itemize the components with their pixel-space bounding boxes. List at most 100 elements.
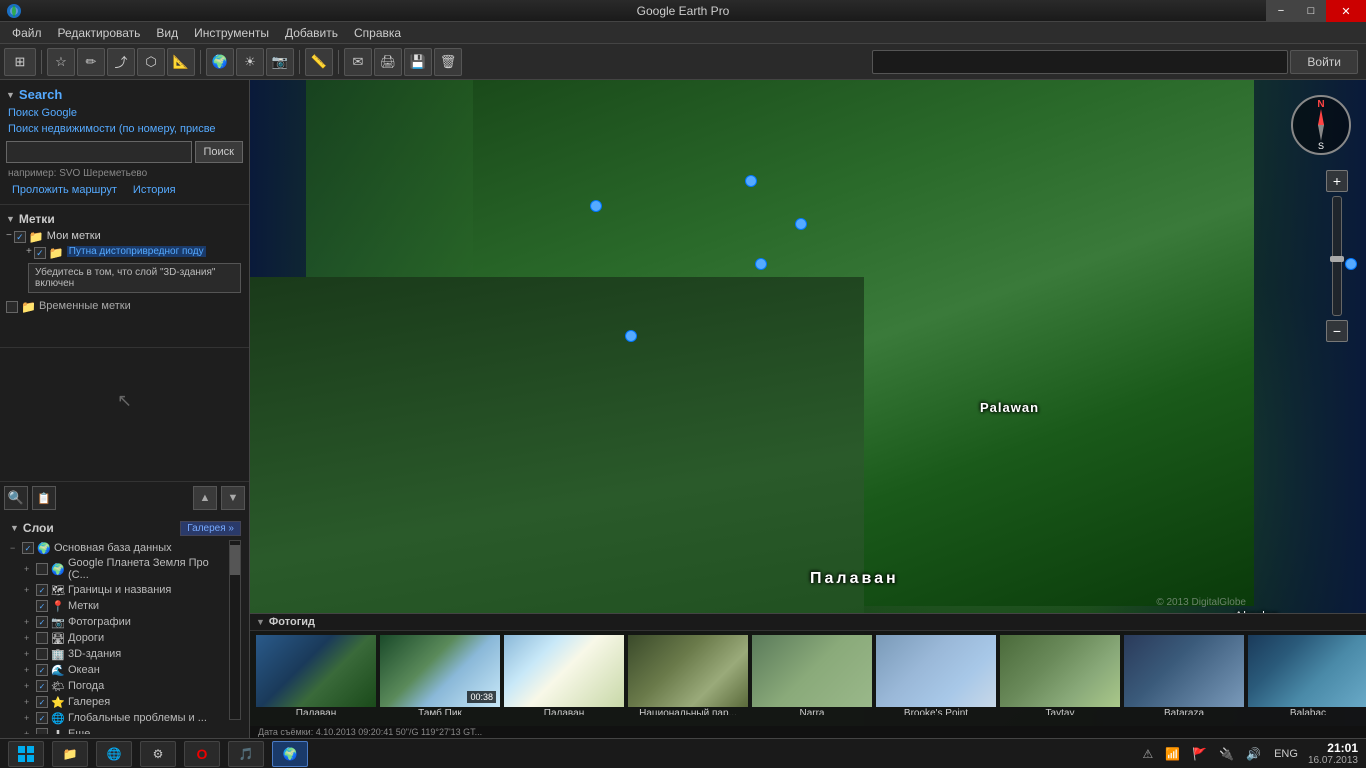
- taskbar-explorer-btn[interactable]: 📁: [52, 741, 88, 767]
- taskbar-start-btn[interactable]: [8, 741, 44, 767]
- toolbar-print-btn[interactable]: 🖨: [374, 48, 402, 76]
- toolbar-placemark-btn[interactable]: ☆: [47, 48, 75, 76]
- search-toggle-btn[interactable]: 🔍: [4, 486, 28, 510]
- photo-thumb-8[interactable]: Balabac: [1248, 635, 1366, 715]
- photo-thumb-7[interactable]: Bataraza: [1124, 635, 1244, 715]
- close-button[interactable]: ✕: [1326, 0, 1366, 22]
- gallery-button[interactable]: Галерея »: [180, 521, 241, 536]
- zoom-out-btn[interactable]: −: [1326, 320, 1348, 342]
- history-link[interactable]: История: [129, 182, 180, 198]
- layer-check-3[interactable]: ✓: [36, 600, 48, 612]
- toolbar-trash-btn[interactable]: 🗑: [434, 48, 462, 76]
- toolbar-earth-btn[interactable]: 🌍: [206, 48, 234, 76]
- property-search-link[interactable]: Поиск недвижимости (по номеру, присве: [4, 121, 245, 137]
- menu-add[interactable]: Добавить: [277, 24, 346, 42]
- layer-check-6[interactable]: [36, 648, 48, 660]
- menu-edit[interactable]: Редактировать: [50, 24, 149, 42]
- search-input[interactable]: [6, 141, 192, 163]
- menu-file[interactable]: Файл: [4, 24, 50, 42]
- taskbar-earth-active-btn[interactable]: 🌍: [272, 741, 308, 767]
- nav-up-btn[interactable]: ▲: [193, 486, 217, 510]
- toolbar-save-btn[interactable]: 💾: [404, 48, 432, 76]
- temp-places-checkbox[interactable]: [6, 301, 18, 313]
- taskbar-tools-btn[interactable]: ⚙: [140, 741, 176, 767]
- maximize-button[interactable]: □: [1296, 0, 1326, 22]
- layer-check-0[interactable]: ✓: [22, 542, 34, 554]
- photo-thumb-5[interactable]: Brooke's Point: [876, 635, 996, 715]
- taskbar-music-btn[interactable]: 🎵: [228, 741, 264, 767]
- layer-check-1[interactable]: [36, 563, 48, 575]
- photo-thumb-6[interactable]: Taytay: [1000, 635, 1120, 715]
- layer-item-6[interactable]: + 🏢 3D-здания: [8, 646, 227, 662]
- my-places-checkbox[interactable]: ✓: [14, 231, 26, 243]
- zoom-in-btn[interactable]: +: [1326, 170, 1348, 192]
- layer-item-5[interactable]: + 🛣 Дороги: [8, 630, 227, 646]
- photo-thumb-1[interactable]: 00:38 Тамб Пик: [380, 635, 500, 715]
- subitem-checkbox[interactable]: ✓: [34, 247, 46, 259]
- layers-toggle-btn[interactable]: 📋: [32, 486, 56, 510]
- tray-network-icon[interactable]: 📶: [1162, 747, 1183, 761]
- tray-usb-icon[interactable]: 🔌: [1216, 747, 1237, 761]
- map-pin-5[interactable]: [625, 330, 637, 342]
- menu-tools[interactable]: Инструменты: [186, 24, 277, 42]
- layer-check-8[interactable]: ✓: [36, 680, 48, 692]
- toolbar-polygon-btn[interactable]: ✏: [77, 48, 105, 76]
- layer-item-2[interactable]: + ✓ 🗺 Границы и названия: [8, 582, 227, 598]
- zoom-slider-thumb[interactable]: [1330, 256, 1344, 262]
- compass-circle[interactable]: N S: [1291, 95, 1351, 155]
- places-section-header[interactable]: ▼ Метки: [4, 209, 245, 229]
- layer-item-7[interactable]: + ✓ 🌊 Океан: [8, 662, 227, 678]
- layer-item-11[interactable]: + ⬇ Еще: [8, 726, 227, 734]
- layer-item-1[interactable]: + 🌍 Google Планета Земля Про (С...: [8, 556, 227, 582]
- toolbar-path-btn[interactable]: ⤴: [107, 48, 135, 76]
- toolbar-measure-btn[interactable]: 📐: [167, 48, 195, 76]
- zoom-slider[interactable]: [1332, 196, 1342, 316]
- login-button[interactable]: Войти: [1290, 50, 1358, 74]
- my-places-item[interactable]: − ✓ 📁 Мои метки: [4, 229, 245, 245]
- layer-item-9[interactable]: + ✓ ⭐ Галерея: [8, 694, 227, 710]
- layers-section-header[interactable]: ▼ Слои: [8, 518, 56, 538]
- toolbar-map-btn[interactable]: ⊞: [4, 48, 36, 76]
- tray-flag-icon[interactable]: 🚩: [1189, 747, 1210, 761]
- layer-check-4[interactable]: ✓: [36, 616, 48, 628]
- map-pin-2[interactable]: [745, 175, 757, 187]
- nav-down-btn[interactable]: ▼: [221, 486, 245, 510]
- layer-check-9[interactable]: ✓: [36, 696, 48, 708]
- toolbar-sun-btn[interactable]: ☀: [236, 48, 264, 76]
- tray-sound-icon[interactable]: 🔊: [1243, 747, 1264, 761]
- layer-item-3[interactable]: ✓ 📍 Метки: [8, 598, 227, 614]
- toolbar-email-btn[interactable]: ✉: [344, 48, 372, 76]
- photo-thumb-2[interactable]: Палаван: [504, 635, 624, 715]
- toolbar-overlay-btn[interactable]: ⬡: [137, 48, 165, 76]
- layer-check-5[interactable]: [36, 632, 48, 644]
- layer-check-2[interactable]: ✓: [36, 584, 48, 596]
- places-subitem[interactable]: + ✓ 📁 Путна дистопривредног поду: [24, 245, 245, 261]
- minimize-button[interactable]: −: [1266, 0, 1296, 22]
- lang-indicator[interactable]: ENG: [1270, 748, 1302, 760]
- menu-view[interactable]: Вид: [148, 24, 186, 42]
- toolbar-search-input[interactable]: [872, 50, 1288, 74]
- taskbar-opera-btn[interactable]: O: [184, 741, 220, 767]
- route-link[interactable]: Проложить маршрут: [8, 182, 121, 198]
- menu-help[interactable]: Справка: [346, 24, 409, 42]
- layer-item-8[interactable]: + ✓ 🌤 Погода: [8, 678, 227, 694]
- layers-scroll-thumb[interactable]: [230, 545, 240, 575]
- layer-item-10[interactable]: + ✓ 🌐 Глобальные проблемы и ...: [8, 710, 227, 726]
- layers-scrollbar[interactable]: [229, 540, 241, 720]
- layer-check-10[interactable]: ✓: [36, 712, 48, 724]
- search-section-header[interactable]: ▼ Search: [4, 84, 245, 105]
- photo-thumb-3[interactable]: Национальный пар...: [628, 635, 748, 715]
- layer-check-11[interactable]: [36, 728, 48, 734]
- toolbar-photo-btn[interactable]: 📷: [266, 48, 294, 76]
- map-pin-3[interactable]: [795, 218, 807, 230]
- layer-item-4[interactable]: + ✓ 📷 Фотографии: [8, 614, 227, 630]
- toolbar-ruler-btn[interactable]: 📏: [305, 48, 333, 76]
- google-search-link[interactable]: Поиск Google: [4, 105, 245, 121]
- taskbar-browser-btn[interactable]: 🌐: [96, 741, 132, 767]
- photo-thumb-4[interactable]: Narra: [752, 635, 872, 715]
- search-button[interactable]: Поиск: [195, 141, 243, 163]
- map-pin-1[interactable]: [590, 200, 602, 212]
- temp-places-item[interactable]: 📁 Временные метки: [4, 299, 245, 315]
- layer-check-7[interactable]: ✓: [36, 664, 48, 676]
- tray-alert-icon[interactable]: ⚠: [1140, 747, 1157, 761]
